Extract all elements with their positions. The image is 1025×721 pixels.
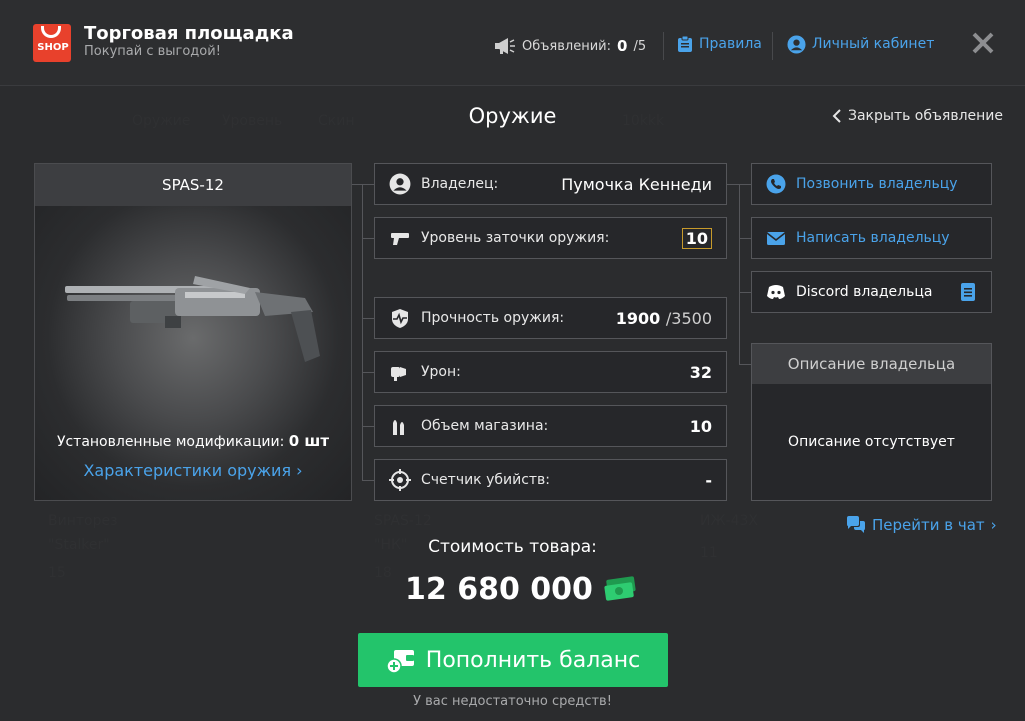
- connector-line: [362, 238, 374, 239]
- durability-value: 1900: [615, 308, 661, 328]
- close-ad-link[interactable]: Закрыть объявление: [832, 106, 1003, 126]
- mods-line: Установленные модификации: 0 шт: [35, 432, 351, 450]
- chevron-left-icon: [832, 109, 841, 123]
- durability-label: Прочность оружия:: [421, 310, 565, 326]
- ads-max: /5: [633, 38, 647, 54]
- chat-label: Перейти в чат: [872, 516, 985, 534]
- discord-icon: [767, 285, 785, 299]
- level-value: 10: [681, 227, 712, 249]
- kills-label: Счетчик убийств:: [421, 472, 551, 488]
- pulse-shield-icon: [392, 309, 408, 328]
- bg-item: 15: [48, 565, 66, 581]
- characteristics-link[interactable]: Характеристики оружия ›: [35, 461, 351, 480]
- ads-label: Объявлений:: [522, 38, 612, 54]
- durability-value-wrap: 1900 /3500: [616, 309, 712, 328]
- account-label: Личный кабинет: [812, 36, 935, 52]
- app-subtitle: Покупай с выгодой!: [84, 44, 221, 59]
- close-icon[interactable]: [970, 30, 996, 56]
- header-divider: [772, 32, 773, 60]
- owner-value: Пумочка Кеннеди: [561, 174, 712, 194]
- description-body: Описание отсутствует: [788, 434, 955, 450]
- owner-row: Владелец: Пумочка Кеннеди: [374, 163, 727, 205]
- connector-line: [362, 426, 374, 427]
- user-circle-icon: [389, 173, 411, 195]
- header-divider: [663, 32, 664, 60]
- connector-line: [739, 238, 751, 239]
- insufficient-funds-text: У вас недостаточно средств!: [413, 694, 612, 709]
- phone-icon: [766, 174, 786, 194]
- owner-description-panel: Описание владельца Описание отсутствует: [751, 343, 992, 501]
- call-owner-button[interactable]: Позвонить владельцу: [751, 163, 992, 205]
- weapon-image: [35, 206, 351, 500]
- chevron-right-icon: ›: [296, 461, 303, 480]
- chevron-right-icon: ›: [990, 516, 997, 534]
- ads-count: 0: [617, 37, 628, 55]
- weapon-name: SPAS-12: [35, 164, 351, 206]
- megaphone-icon: [495, 38, 515, 54]
- bag-icon: [41, 26, 61, 38]
- go-to-chat-link[interactable]: Перейти в чат ›: [846, 515, 997, 535]
- magazine-row: Объем магазина: 10: [374, 405, 727, 447]
- money-icon: [604, 576, 636, 601]
- connector-line: [739, 364, 751, 365]
- connector-line: [362, 184, 363, 480]
- ammo-icon: [393, 420, 404, 435]
- price: 12 680 000: [405, 571, 637, 607]
- copy-icon[interactable]: [959, 282, 977, 302]
- rules-label: Правила: [699, 36, 762, 52]
- connector-line: [352, 184, 374, 185]
- discord-owner-label: Discord владельца: [796, 284, 933, 300]
- bullet-impact-icon: [391, 367, 406, 381]
- user-circle-icon: [787, 34, 806, 54]
- clipboard-icon: [678, 35, 692, 52]
- characteristics-label: Характеристики оружия: [83, 461, 292, 480]
- ads-counter: Объявлений: 0 /5: [494, 36, 646, 56]
- connector-line: [362, 372, 374, 373]
- price-label: Стоимость товара:: [428, 537, 597, 557]
- durability-row: Прочность оружия: 1900 /3500: [374, 297, 727, 339]
- rules-link[interactable]: Правила: [677, 34, 762, 54]
- price-value: 12 680 000: [405, 571, 593, 607]
- description-title: Описание владельца: [752, 344, 991, 384]
- envelope-icon: [766, 232, 786, 245]
- top-up-label: Пополнить баланс: [425, 647, 641, 673]
- connector-line: [739, 292, 751, 293]
- wallet-plus-icon: [386, 650, 414, 674]
- level-row: Уровень заточки оружия: 10: [374, 217, 727, 259]
- mods-value: 0 шт: [288, 432, 330, 450]
- level-label: Уровень заточки оружия:: [421, 230, 610, 246]
- damage-row: Урон: 32: [374, 351, 727, 393]
- bg-item: 18: [374, 565, 392, 581]
- kills-row: Счетчик убийств: -: [374, 459, 727, 501]
- chat-icon: [847, 516, 865, 533]
- connector-line: [739, 184, 740, 364]
- logo-text: SHOP: [37, 42, 69, 53]
- owner-label: Владелец:: [421, 176, 499, 192]
- bg-item: Винторез: [48, 513, 118, 529]
- call-owner-label: Позвонить владельцу: [796, 176, 958, 192]
- magazine-value: 10: [689, 416, 712, 436]
- damage-value: 32: [689, 362, 712, 382]
- magazine-label: Объем магазина:: [421, 418, 549, 434]
- write-owner-label: Написать владельцу: [796, 230, 950, 246]
- shop-logo: SHOP: [33, 24, 71, 62]
- pistol-icon: [391, 233, 409, 245]
- connector-line: [362, 318, 374, 319]
- close-ad-label: Закрыть объявление: [848, 108, 1003, 124]
- damage-label: Урон:: [421, 364, 461, 380]
- discord-owner-button[interactable]: Discord владельца: [751, 271, 992, 313]
- durability-max: /3500: [665, 308, 712, 328]
- mods-label: Установленные модификации:: [56, 434, 285, 450]
- write-owner-button[interactable]: Написать владельцу: [751, 217, 992, 259]
- crosshair-icon: [389, 469, 411, 491]
- account-link[interactable]: Личный кабинет: [787, 34, 934, 54]
- weapon-card: SPAS-12 Установленные модификации: 0 шт …: [34, 163, 352, 501]
- bg-item: ИЖ-43Х: [700, 513, 759, 529]
- bg-item: SPAS-12: [374, 513, 432, 529]
- top-up-button[interactable]: Пополнить баланс: [358, 633, 668, 687]
- connector-line: [362, 480, 374, 481]
- kills-value: -: [705, 470, 712, 490]
- shotgun-icon: [65, 276, 320, 362]
- app-title: Торговая площадка: [84, 23, 294, 44]
